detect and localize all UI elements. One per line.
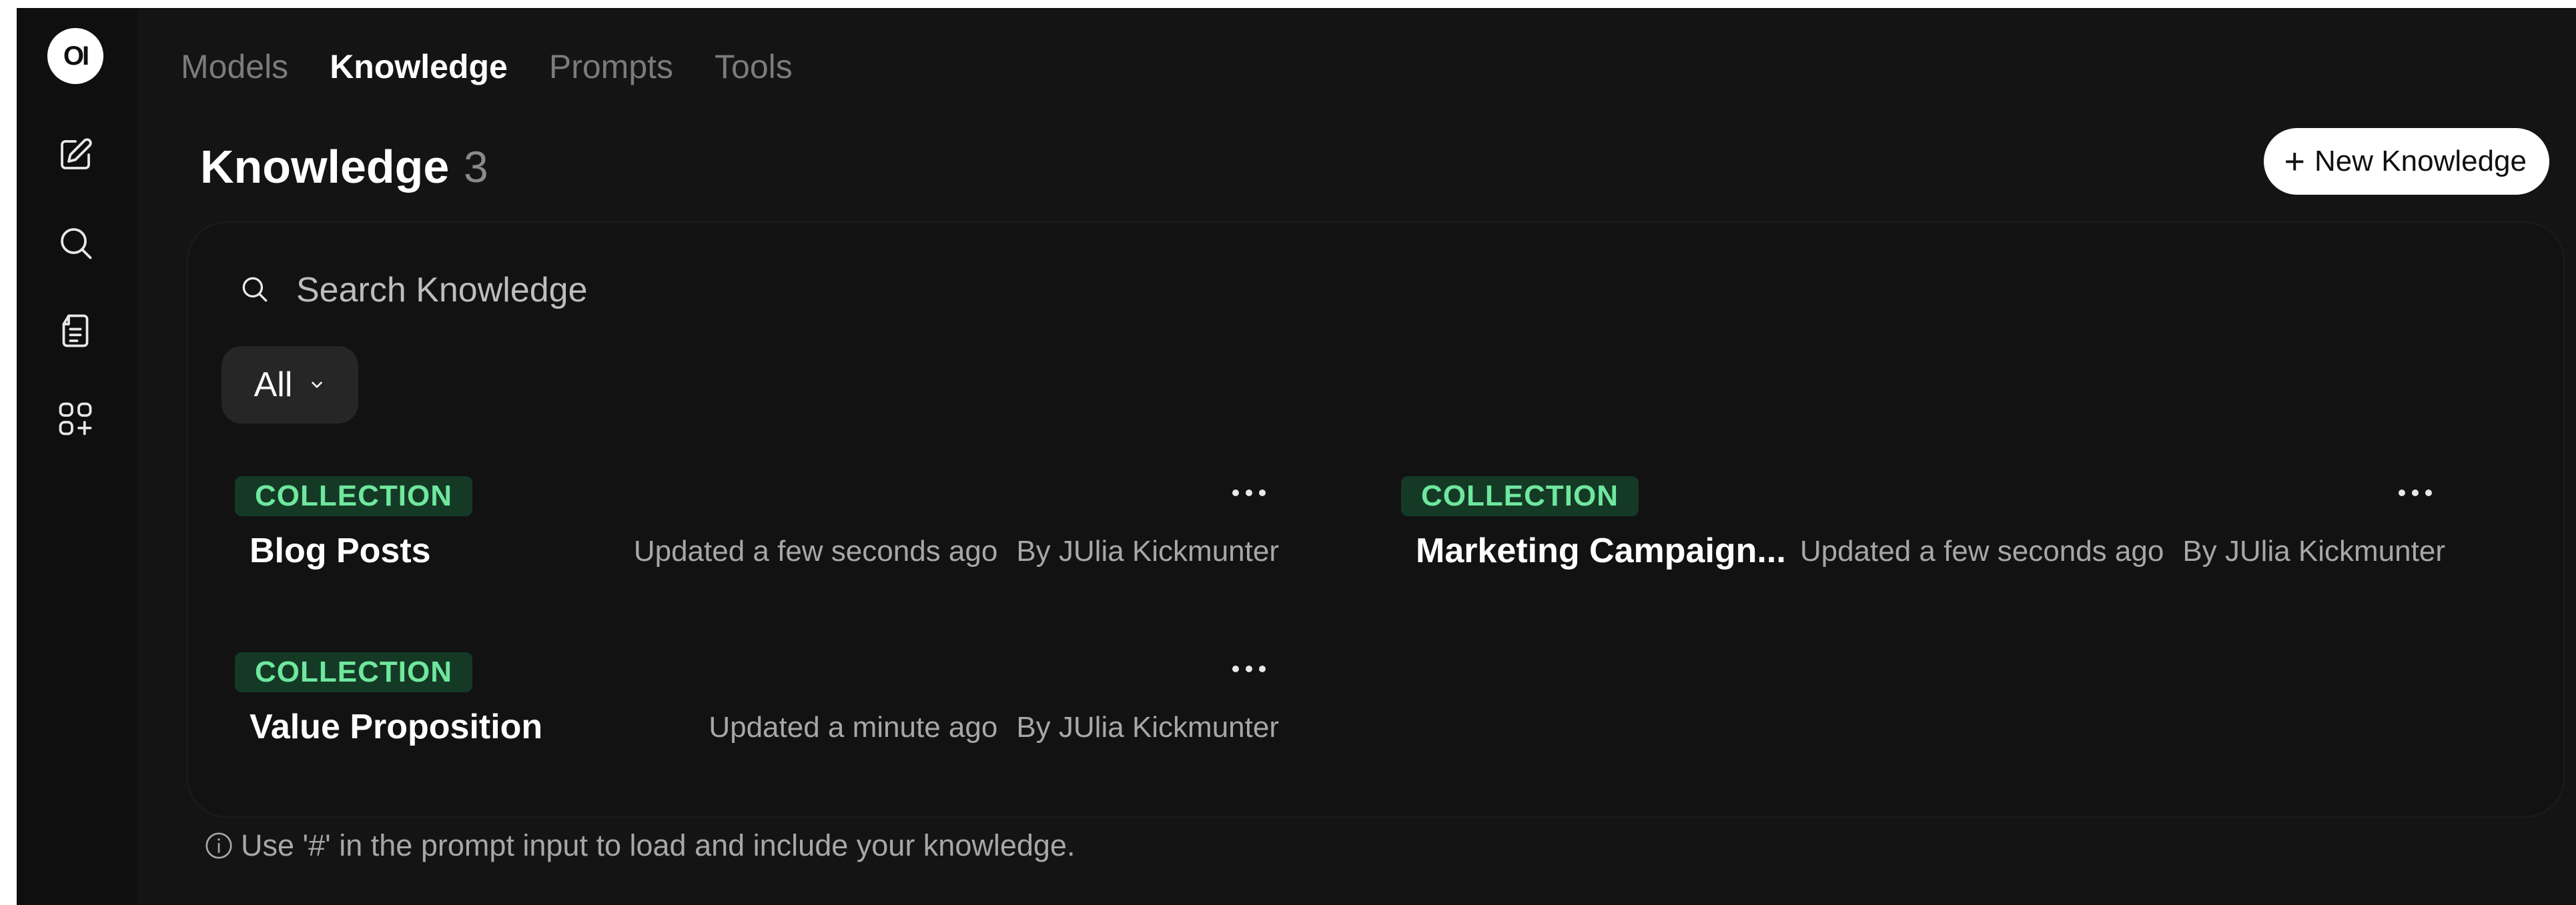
tab-prompts[interactable]: Prompts: [549, 47, 673, 86]
apps-plus-icon[interactable]: [55, 399, 95, 439]
plus-icon: +: [2284, 141, 2306, 181]
author: By JUlia Kickmunter: [2182, 535, 2445, 568]
collection-badge: COLLECTION: [235, 652, 472, 692]
tab-tools[interactable]: Tools: [715, 47, 793, 86]
knowledge-title: Blog Posts: [250, 532, 431, 570]
info-icon: [205, 832, 232, 859]
footer-hint-text: Use '#' in the prompt input to load and …: [241, 828, 1076, 862]
notes-icon[interactable]: [55, 311, 95, 351]
collection-badge: COLLECTION: [235, 476, 472, 516]
search-icon[interactable]: [55, 223, 95, 263]
new-chat-icon[interactable]: [55, 135, 95, 175]
updated-time: Updated a minute ago: [709, 711, 998, 744]
updated-time: Updated a few seconds ago: [633, 535, 998, 568]
knowledge-title: Value Proposition: [250, 708, 543, 746]
knowledge-meta: Updated a few seconds ago By JUlia Kickmu…: [1800, 535, 2445, 568]
updated-time: Updated a few seconds ago: [1799, 535, 2164, 568]
filter-dropdown[interactable]: All: [222, 346, 358, 423]
author: By JUlia Kickmunter: [1016, 535, 1279, 568]
new-knowledge-button[interactable]: + New Knowledge: [2264, 128, 2549, 195]
knowledge-panel: All COLLECTION Blog Posts Updated a few …: [187, 221, 2565, 818]
tab-models[interactable]: Models: [181, 47, 288, 86]
icon-sidebar: OI: [17, 8, 137, 905]
search-field-icon: [238, 273, 272, 306]
more-options-icon[interactable]: [1226, 476, 1272, 510]
more-options-icon[interactable]: [2392, 476, 2439, 510]
search-knowledge-input[interactable]: [295, 266, 1632, 314]
knowledge-item[interactable]: COLLECTION Blog Posts Updated a few seco…: [215, 476, 1309, 603]
collection-badge: COLLECTION: [1401, 476, 1639, 516]
workspace-tabs: Models Knowledge Prompts Tools: [181, 40, 793, 93]
new-knowledge-label: New Knowledge: [2314, 145, 2527, 177]
app-window: OI Models Knowledge Prompts Tools Knowle…: [17, 8, 2576, 905]
knowledge-item[interactable]: COLLECTION Value Proposition Updated a m…: [215, 652, 1309, 779]
app-logo[interactable]: OI: [47, 28, 103, 84]
filter-selected-value: All: [254, 365, 293, 404]
knowledge-item[interactable]: COLLECTION Marketing Campaign... Updated…: [1381, 476, 2475, 603]
knowledge-meta: Updated a minute ago By JUlia Kickmunter: [709, 711, 1279, 744]
author: By JUlia Kickmunter: [1016, 711, 1279, 744]
chevron-down-icon: [312, 381, 323, 388]
page-title: Knowledge: [200, 141, 450, 193]
knowledge-title: Marketing Campaign...: [1416, 532, 1786, 570]
knowledge-meta: Updated a few seconds ago By JUlia Kickmu…: [634, 535, 1279, 568]
tab-knowledge[interactable]: Knowledge: [330, 47, 508, 86]
footer-hint: Use '#' in the prompt input to load and …: [203, 828, 1075, 863]
more-options-icon[interactable]: [1226, 652, 1272, 686]
knowledge-count: 3: [464, 142, 488, 191]
